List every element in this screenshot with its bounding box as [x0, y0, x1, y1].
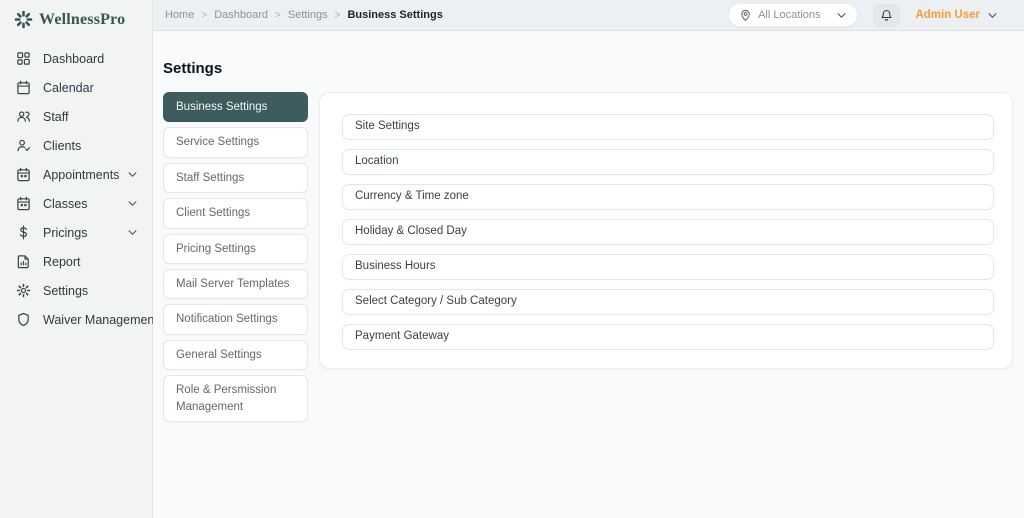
sidebar-nav: Dashboard Calendar Staff Clients Appoint…: [0, 44, 158, 334]
sidebar-item-label: Dashboard: [43, 51, 105, 66]
main-column: Home > Dashboard > Settings > Business S…: [153, 0, 1024, 518]
chevron-down-icon: [127, 198, 138, 209]
page-title: Settings: [163, 60, 223, 77]
breadcrumb: Home > Dashboard > Settings > Business S…: [165, 9, 443, 21]
tab-pricing-settings[interactable]: Pricing Settings: [163, 233, 308, 264]
sidebar: WellnessPro Dashboard Calendar Staff Cli…: [0, 0, 158, 518]
chevron-down-icon: [127, 227, 138, 238]
sidebar-item-label: Pricings: [43, 225, 88, 240]
accordion-business-hours[interactable]: Business Hours: [342, 254, 994, 280]
accordion-currency-timezone[interactable]: Currency & Time zone: [342, 184, 994, 210]
accordion-holiday-closed-day[interactable]: Holiday & Closed Day: [342, 219, 994, 245]
calendar-event-icon: [16, 167, 31, 182]
sidebar-item-appointments[interactable]: Appointments: [0, 160, 152, 189]
location-selector-label: All Locations: [758, 9, 821, 21]
sidebar-item-label: Appointments: [43, 167, 120, 182]
sidebar-item-dashboard[interactable]: Dashboard: [0, 44, 152, 73]
accordion-location[interactable]: Location: [342, 149, 994, 175]
sidebar-item-label: Settings: [43, 283, 89, 298]
accordion-select-category[interactable]: Select Category / Sub Category: [342, 289, 994, 315]
notifications-button[interactable]: [873, 3, 901, 27]
breadcrumb-separator: >: [334, 9, 341, 21]
breadcrumb-current: Business Settings: [347, 9, 443, 21]
people-icon: [16, 109, 31, 124]
map-pin-icon: [739, 9, 752, 22]
settings-tab-list: Business Settings Service Settings Staff…: [163, 92, 308, 427]
brand-logo[interactable]: WellnessPro: [0, 7, 152, 38]
sidebar-item-classes[interactable]: Classes: [0, 189, 152, 218]
chevron-down-icon: [127, 169, 138, 180]
chevron-down-icon: [987, 10, 998, 21]
chevron-down-icon: [836, 10, 847, 21]
tab-general-settings[interactable]: General Settings: [163, 339, 308, 370]
person-check-icon: [16, 138, 31, 153]
sidebar-item-settings[interactable]: Settings: [0, 276, 152, 305]
gear-icon: [16, 283, 31, 298]
business-settings-panel: Site Settings Location Currency & Time z…: [319, 92, 1013, 369]
sidebar-item-label: Waiver Management: [43, 312, 158, 327]
app-window: WellnessPro Dashboard Calendar Staff Cli…: [0, 0, 1024, 518]
settings-page: Settings Business Settings Service Setti…: [153, 31, 1024, 518]
tab-client-settings[interactable]: Client Settings: [163, 198, 308, 229]
tab-role-permission-management[interactable]: Role & Persmission Management: [163, 375, 308, 423]
sidebar-item-calendar[interactable]: Calendar: [0, 73, 152, 102]
accordion-site-settings[interactable]: Site Settings: [342, 114, 994, 140]
file-chart-icon: [16, 254, 31, 269]
breadcrumb-separator: >: [275, 9, 281, 21]
sidebar-item-clients[interactable]: Clients: [0, 131, 152, 160]
breadcrumb-link-dashboard[interactable]: Dashboard: [214, 9, 268, 21]
tab-business-settings[interactable]: Business Settings: [163, 92, 308, 123]
breadcrumb-separator: >: [201, 9, 208, 21]
user-menu-label: Admin User: [915, 9, 980, 21]
user-menu[interactable]: Admin User: [915, 9, 998, 21]
tab-service-settings[interactable]: Service Settings: [163, 127, 308, 158]
shield-icon: [16, 312, 31, 327]
sidebar-item-report[interactable]: Report: [0, 247, 152, 276]
accordion-payment-gateway[interactable]: Payment Gateway: [342, 324, 994, 350]
sidebar-item-label: Report: [43, 254, 81, 269]
dollar-icon: [16, 225, 31, 240]
location-selector[interactable]: All Locations: [728, 3, 859, 27]
asterisk-logo-icon: [14, 10, 33, 29]
sidebar-item-label: Calendar: [43, 80, 94, 95]
sidebar-item-waiver-management[interactable]: Waiver Management: [0, 305, 158, 334]
topbar-actions: All Locations Admin User: [728, 3, 998, 27]
calendar-icon: [16, 80, 31, 95]
sidebar-item-pricings[interactable]: Pricings: [0, 218, 152, 247]
sidebar-item-staff[interactable]: Staff: [0, 102, 152, 131]
sidebar-item-label: Staff: [43, 109, 69, 124]
dashboard-grid-icon: [16, 51, 31, 66]
topbar: Home > Dashboard > Settings > Business S…: [153, 0, 1024, 31]
settings-layout: Business Settings Service Settings Staff…: [163, 92, 1013, 427]
sidebar-item-label: Clients: [43, 138, 82, 153]
tab-notification-settings[interactable]: Notification Settings: [163, 304, 308, 335]
bell-icon: [881, 9, 892, 21]
breadcrumb-link-settings[interactable]: Settings: [288, 9, 328, 21]
breadcrumb-link-home[interactable]: Home: [165, 9, 194, 21]
calendar-event-icon: [16, 196, 31, 211]
tab-staff-settings[interactable]: Staff Settings: [163, 162, 308, 194]
sidebar-item-label: Classes: [43, 196, 88, 211]
tab-mail-server-templates[interactable]: Mail Server Templates: [163, 268, 308, 300]
brand-name: WellnessPro: [39, 10, 126, 28]
